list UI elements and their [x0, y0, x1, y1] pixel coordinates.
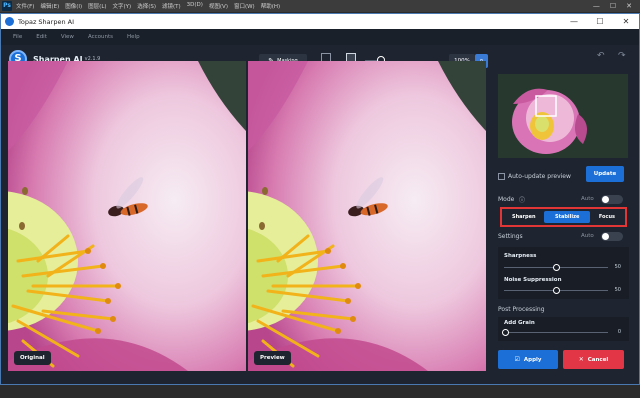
settings-auto-label: Auto: [581, 233, 594, 239]
grain-panel: Add Grain 0: [498, 317, 629, 341]
ps-menu-select[interactable]: 选择(S): [137, 2, 156, 10]
redo-icon[interactable]: ↷: [618, 51, 626, 61]
update-button[interactable]: Update: [586, 166, 624, 182]
close-x-icon: ✕: [578, 356, 584, 363]
menu-view[interactable]: View: [61, 34, 74, 40]
undo-icon[interactable]: ↶: [597, 51, 605, 61]
apply-button[interactable]: ☑ Apply: [498, 350, 558, 369]
mode-label: Mode: [498, 196, 515, 203]
mode-auto-toggle[interactable]: [601, 195, 623, 204]
preview-label: Preview: [254, 351, 291, 365]
original-photo: [8, 61, 246, 371]
noise-suppression-label: Noise Suppression: [504, 277, 562, 283]
ps-close-icon[interactable]: ✕: [626, 2, 632, 10]
cancel-button[interactable]: ✕ Cancel: [563, 350, 624, 369]
ps-menu-view[interactable]: 视图(V): [209, 2, 228, 10]
checkbox-icon: ☑: [514, 356, 520, 363]
ps-menu-3d[interactable]: 3D(D): [187, 2, 203, 10]
navigator-thumbnail[interactable]: [498, 74, 628, 158]
host-status-strip: [0, 386, 640, 398]
mode-stabilize-button[interactable]: Stabilize: [543, 211, 591, 223]
settings-panel: Auto-update preview Update Mode ⓘ Auto S…: [493, 61, 636, 371]
auto-update-label: Auto-update preview: [508, 173, 571, 180]
post-processing-label: Post Processing: [498, 306, 545, 313]
menu-help[interactable]: Help: [127, 34, 140, 40]
toggle-knob: [602, 233, 609, 240]
navigator-photo: [498, 74, 628, 158]
add-grain-label: Add Grain: [504, 320, 535, 326]
sharpness-slider-knob[interactable]: [553, 264, 560, 271]
close-icon[interactable]: ✕: [613, 17, 639, 26]
menu-file[interactable]: File: [13, 34, 22, 40]
add-grain-slider-knob[interactable]: [502, 329, 509, 336]
photoshop-menubar: Ps 文件(F) 编辑(E) 图像(I) 图层(L) 文字(Y) 选择(S) 滤…: [0, 0, 640, 12]
sliders-panel: Sharpness 50 Noise Suppression 50: [498, 247, 629, 299]
preview-photo: [248, 61, 486, 371]
noise-suppression-slider-knob[interactable]: [553, 287, 560, 294]
minimize-icon[interactable]: —: [561, 17, 587, 26]
photoshop-logo-icon: Ps: [2, 1, 12, 11]
ps-menu-type[interactable]: 文字(Y): [113, 2, 132, 10]
ps-menu-help[interactable]: 帮助(H): [261, 2, 280, 10]
window-controls: — ☐ ✕: [561, 17, 639, 26]
sharpness-label: Sharpness: [504, 253, 537, 259]
info-icon[interactable]: ⓘ: [519, 195, 525, 204]
preview-image-pane[interactable]: Preview: [248, 61, 486, 371]
window-title: Topaz Sharpen AI: [18, 17, 75, 26]
maximize-icon[interactable]: ☐: [587, 17, 613, 26]
menu-accounts[interactable]: Accounts: [88, 34, 113, 40]
ps-menu-filter[interactable]: 滤镜(T): [162, 2, 181, 10]
ps-menu-file[interactable]: 文件(F): [16, 2, 34, 10]
mode-selector: Sharpen Stabilize Focus: [500, 207, 627, 227]
settings-auto-toggle[interactable]: [601, 232, 623, 241]
ps-window-controls: — ☐ ✕: [593, 2, 640, 10]
cancel-label: Cancel: [587, 356, 609, 363]
toggle-knob: [602, 196, 609, 203]
ps-menu-image[interactable]: 图像(I): [65, 2, 82, 10]
title-bar: Topaz Sharpen AI — ☐ ✕: [1, 14, 639, 29]
add-grain-value: 0: [617, 329, 621, 335]
app-menubar: File Edit View Accounts Help: [1, 29, 639, 45]
ps-menu-window[interactable]: 窗口(W): [234, 2, 255, 10]
sharpness-value: 50: [614, 264, 621, 270]
ps-menu-layer[interactable]: 图层(L): [88, 2, 106, 10]
apply-label: Apply: [523, 356, 542, 363]
ps-menu-edit[interactable]: 编辑(E): [40, 2, 59, 10]
original-label: Original: [14, 351, 51, 365]
original-image-pane[interactable]: Original: [8, 61, 246, 371]
app-icon: [5, 17, 14, 26]
mode-focus-button[interactable]: Focus: [593, 211, 621, 223]
auto-update-checkbox[interactable]: [498, 173, 505, 180]
settings-label: Settings: [498, 233, 523, 240]
add-grain-slider[interactable]: [504, 332, 608, 333]
mode-sharpen-button[interactable]: Sharpen: [506, 211, 542, 223]
menu-edit[interactable]: Edit: [36, 34, 47, 40]
noise-suppression-value: 50: [614, 287, 621, 293]
ps-minimize-icon[interactable]: —: [593, 2, 600, 10]
photoshop-menu: 文件(F) 编辑(E) 图像(I) 图层(L) 文字(Y) 选择(S) 滤镜(T…: [16, 2, 280, 10]
mode-auto-label: Auto: [581, 196, 594, 202]
ps-maximize-icon[interactable]: ☐: [610, 2, 616, 10]
